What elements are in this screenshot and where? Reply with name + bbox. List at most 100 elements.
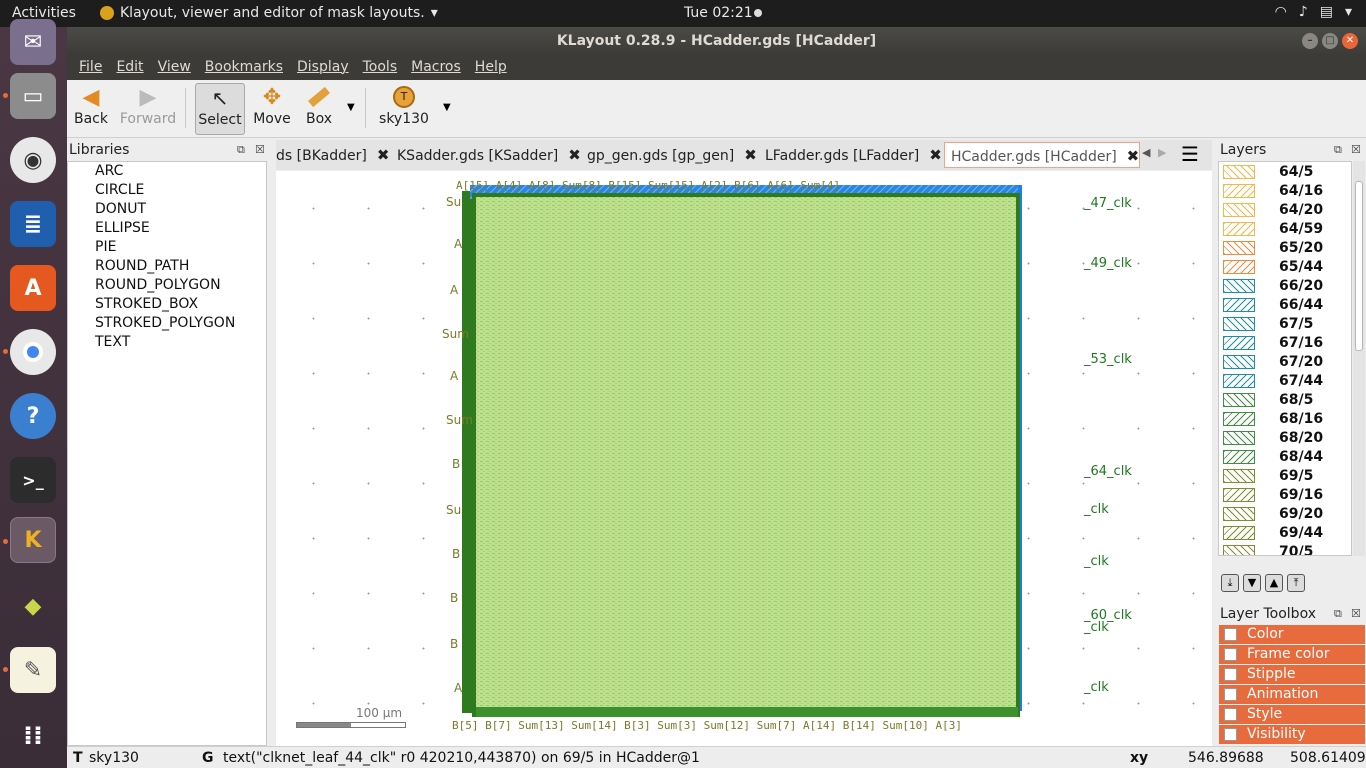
app-menu-label: Klayout, viewer and editor of mask layou… [120, 5, 425, 21]
library-item[interactable]: STROKED_POLYGON [68, 314, 266, 333]
library-item[interactable]: STROKED_BOX [68, 295, 266, 314]
chevron-down-icon[interactable]: ▼ [347, 102, 355, 113]
layer-row[interactable]: 67/20 [1219, 352, 1351, 371]
menu-help[interactable]: Help [475, 55, 515, 80]
email-icon[interactable]: ✉ [10, 19, 56, 65]
close-panel-icon[interactable]: ☒ [1351, 143, 1361, 156]
layer-row[interactable]: 68/44 [1219, 447, 1351, 466]
layer-row[interactable]: 68/16 [1219, 409, 1351, 428]
layer-row[interactable]: 68/20 [1219, 428, 1351, 447]
select-tool-button[interactable]: ↖ Select [195, 83, 245, 135]
layer-row[interactable]: 65/44 [1219, 257, 1351, 276]
tab-lfadder[interactable]: LFadder.gds [LFadder] ✖ [759, 142, 942, 168]
technology-button[interactable]: T sky130 [377, 83, 431, 135]
running-indicator [3, 93, 8, 98]
close-tab-icon[interactable]: ✖ [744, 146, 757, 164]
menu-tools[interactable]: Tools [363, 55, 406, 80]
layer-name: 68/16 [1279, 410, 1324, 427]
menu-macros[interactable]: Macros [411, 55, 469, 80]
move-tool-button[interactable]: ✥ Move [249, 83, 295, 135]
app-menu[interactable]: Klayout, viewer and editor of mask layou… [100, 5, 438, 21]
toolbox-stipple[interactable]: Stipple [1219, 665, 1365, 684]
toolbox-visibility[interactable]: Visibility [1219, 725, 1365, 744]
layer-row[interactable]: 66/44 [1219, 295, 1351, 314]
library-item[interactable]: ROUND_PATH [68, 257, 266, 276]
move-layer-down-icon[interactable]: ▼ [1243, 574, 1261, 592]
klayout-icon[interactable]: K [10, 517, 56, 563]
close-panel-icon[interactable]: ☒ [1351, 607, 1361, 620]
library-item[interactable]: ROUND_POLYGON [68, 276, 266, 295]
layer-row[interactable]: 64/16 [1219, 181, 1351, 200]
menu-file[interactable]: File [79, 55, 110, 80]
hamburger-menu-icon[interactable]: ☰ [1181, 142, 1199, 166]
close-tab-icon[interactable]: ✖ [1127, 147, 1140, 165]
move-layer-bottom-icon[interactable]: ⤓ [1221, 574, 1239, 592]
float-panel-icon[interactable]: ⧉ [237, 143, 245, 157]
close-tab-icon[interactable]: ✖ [929, 146, 942, 164]
library-item[interactable]: PIE [68, 238, 266, 257]
layout-canvas[interactable]: A[15] A[4] A[8] Sum[8] B[15] Sum[15] A[2… [276, 171, 1212, 746]
layer-list-scrollbar[interactable] [1353, 161, 1365, 556]
layer-row[interactable]: 65/20 [1219, 238, 1351, 257]
tab-hcadder[interactable]: HCadder.gds [HCadder] ✖ [944, 142, 1141, 168]
layer-row[interactable]: 69/16 [1219, 485, 1351, 504]
box-tool-button[interactable]: Box [299, 83, 339, 135]
menu-view[interactable]: View [158, 55, 199, 80]
maximize-button[interactable]: □ [1322, 33, 1338, 49]
files-icon[interactable]: ▭ [10, 73, 56, 119]
library-item[interactable]: ELLIPSE [68, 219, 266, 238]
move-layer-top-icon[interactable]: ⤒ [1287, 574, 1305, 592]
layer-row[interactable]: 64/20 [1219, 200, 1351, 219]
writer-icon[interactable]: ≣ [10, 201, 56, 247]
menu-edit[interactable]: Edit [116, 55, 151, 80]
layer-row[interactable]: 70/5 [1219, 542, 1351, 555]
tab-ksadder[interactable]: KSadder.gds [KSadder] ✖ [391, 142, 581, 168]
library-item[interactable]: DONUT [68, 200, 266, 219]
layer-row[interactable]: 69/20 [1219, 504, 1351, 523]
move-layer-up-icon[interactable]: ▲ [1265, 574, 1283, 592]
library-item[interactable]: TEXT [68, 333, 266, 352]
minimize-button[interactable]: – [1302, 33, 1318, 49]
library-item[interactable]: CIRCLE [68, 181, 266, 200]
show-apps-icon[interactable]: ⁞⁞ [10, 713, 56, 759]
tab-scroll-left-icon[interactable]: ◀ [1142, 146, 1150, 159]
chevron-down-icon[interactable]: ▼ [443, 102, 451, 113]
tab-scroll-right-icon[interactable]: ▶ [1158, 146, 1166, 159]
terminal-icon[interactable]: >_ [10, 457, 56, 503]
system-tray[interactable]: ◠ ♪ ▤ ▾ [1275, 4, 1352, 20]
float-panel-icon[interactable]: ⧉ [1334, 143, 1342, 157]
layer-row[interactable]: 69/5 [1219, 466, 1351, 485]
tab-bkadder[interactable]: ds [BKadder] ✖ [270, 142, 389, 168]
software-center-icon[interactable]: A [10, 265, 56, 311]
close-tab-icon[interactable]: ✖ [568, 146, 581, 164]
close-tab-icon[interactable]: ✖ [377, 146, 390, 164]
forward-button[interactable]: ▶ Forward [117, 83, 179, 135]
layer-row[interactable]: 66/20 [1219, 276, 1351, 295]
help-icon[interactable]: ? [10, 393, 56, 439]
chrome-icon[interactable] [10, 329, 56, 375]
library-item[interactable]: ARC [68, 162, 266, 181]
cursor-x: 546.89688 [1188, 750, 1264, 766]
layer-row[interactable]: 67/16 [1219, 333, 1351, 352]
back-button[interactable]: ◀ Back [71, 83, 111, 135]
float-panel-icon[interactable]: ⧉ [1334, 607, 1342, 621]
toolbox-color[interactable]: Color [1219, 625, 1365, 644]
layer-row[interactable]: 67/5 [1219, 314, 1351, 333]
text-editor-icon[interactable]: ✎ [10, 647, 56, 693]
close-panel-icon[interactable]: ☒ [255, 143, 265, 156]
layer-row[interactable]: 68/5 [1219, 390, 1351, 409]
tab-gp-gen[interactable]: gp_gen.gds [gp_gen] ✖ [581, 142, 757, 168]
close-button[interactable]: ✕ [1342, 33, 1358, 49]
layer-row[interactable]: 69/44 [1219, 523, 1351, 542]
clock[interactable]: Tue 02:21 [684, 5, 753, 21]
music-player-icon[interactable]: ◉ [10, 137, 56, 183]
toolbox-frame-color[interactable]: Frame color [1219, 645, 1365, 664]
menu-display[interactable]: Display [297, 55, 357, 80]
layer-row[interactable]: 67/44 [1219, 371, 1351, 390]
toolbox-animation[interactable]: Animation [1219, 685, 1365, 704]
layer-row[interactable]: 64/5 [1219, 162, 1351, 181]
menu-bookmarks[interactable]: Bookmarks [205, 55, 291, 80]
toolbox-style[interactable]: Style [1219, 705, 1365, 724]
layer-row[interactable]: 64/59 [1219, 219, 1351, 238]
xilinx-icon[interactable]: ◆ [10, 583, 56, 629]
